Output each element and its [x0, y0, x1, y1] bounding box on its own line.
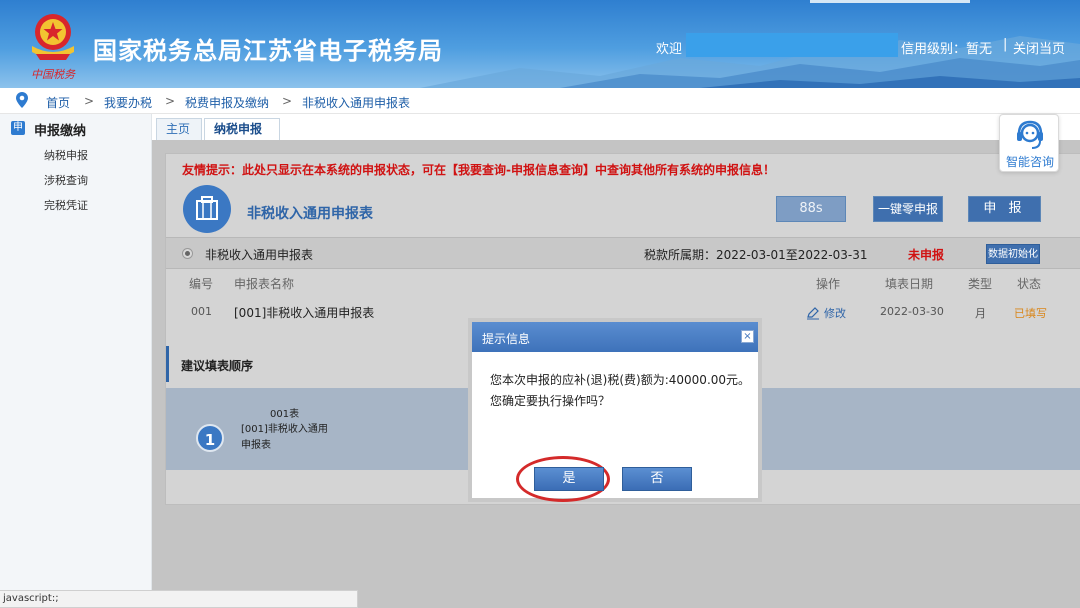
- breadcrumb-declare-pay[interactable]: 税费申报及缴纳: [185, 94, 269, 111]
- row-type: 月: [975, 307, 986, 320]
- svg-text:中国税务: 中国税务: [31, 68, 76, 81]
- declare-button[interactable]: 申 报: [968, 196, 1041, 222]
- data-init-button[interactable]: 数据初始化: [986, 244, 1040, 264]
- location-pin-icon: [16, 92, 28, 108]
- tax-period: 税款所属期：2022-03-01至2022-03-31: [644, 248, 868, 262]
- col-header-action: 操作: [816, 277, 841, 291]
- welcome-text: 欢迎: [656, 42, 683, 57]
- credit-level: 信用级别：暂无: [901, 42, 993, 57]
- username-redacted: [686, 33, 898, 57]
- browser-status-bar: javascript:;: [0, 590, 358, 608]
- close-page-link[interactable]: 关闭当页: [1013, 38, 1065, 57]
- sidebar-item-tax-certificate[interactable]: 完税凭证: [44, 197, 88, 213]
- step-form-name[interactable]: [001]非税收入通用申报表: [241, 422, 333, 454]
- breadcrumb-arrow: >: [84, 94, 95, 108]
- countdown-timer: 88s: [776, 196, 846, 222]
- dialog-title: 提示信息: [482, 332, 531, 346]
- smart-consult-button[interactable]: 智能咨询: [999, 114, 1059, 172]
- breadcrumb-tax-handling[interactable]: 我要办税: [104, 94, 152, 111]
- row-code: 001: [191, 305, 212, 318]
- edit-pencil-icon[interactable]: [806, 306, 820, 320]
- col-header-date: 填表日期: [885, 277, 934, 291]
- col-header-type: 类型: [968, 277, 993, 291]
- smart-consult-label: 智能咨询: [1006, 155, 1055, 169]
- row-date: 2022-03-30: [880, 305, 944, 318]
- dialog-close-icon[interactable]: ×: [741, 330, 754, 343]
- headset-icon: [1017, 120, 1043, 149]
- form-radio[interactable]: [183, 249, 192, 258]
- step-code: 001表: [270, 409, 300, 420]
- breadcrumb-arrow: >: [165, 94, 176, 108]
- form-summary-bar: 非税收入通用申报表 税款所属期：2022-03-01至2022-03-31 未申…: [166, 237, 1080, 269]
- site-title: 国家税务总局江苏省电子税务局: [93, 37, 443, 65]
- tab-tax-declare-label: 纳税申报: [214, 122, 263, 136]
- no-button[interactable]: 否: [622, 467, 692, 491]
- breadcrumb-arrow: >: [282, 94, 293, 108]
- dialog-message-amount: 您本次申报的应补(退)税(费)额为:40000.00元。: [490, 373, 751, 387]
- breadcrumb-home[interactable]: 首页: [46, 94, 70, 111]
- suggest-order-title: 建议填表顺序: [181, 359, 254, 373]
- col-header-status: 状态: [1017, 277, 1042, 291]
- zero-declare-button[interactable]: 一键零申报: [873, 196, 943, 222]
- form-briefcase-icon: [183, 185, 231, 233]
- header-separator: |: [1003, 37, 1008, 52]
- tab-home[interactable]: 主页: [156, 118, 202, 140]
- sidebar-item-tax-query[interactable]: 涉税查询: [44, 172, 88, 188]
- form-title: 非税收入通用申报表: [247, 206, 373, 222]
- edit-link[interactable]: 修改: [824, 305, 846, 321]
- site-header: 中国税务 国家税务总局江苏省电子税务局 欢迎 信用级别：暂无 | 关闭当页: [0, 0, 1080, 88]
- dialog-header: 提示信息 ×: [472, 322, 758, 352]
- status-url: javascript:;: [3, 593, 59, 604]
- sidebar: 申 申报缴纳 纳税申报 涉税查询 完税凭证: [0, 114, 152, 608]
- row-form-name: [001]非税收入通用申报表: [234, 306, 375, 320]
- col-header-code: 编号: [189, 277, 214, 291]
- step-number-badge: 1: [196, 424, 224, 452]
- row-status: 已填写: [1014, 307, 1047, 320]
- header-top-strip: [810, 0, 970, 3]
- declare-status: 未申报: [908, 248, 945, 262]
- tab-tax-declare[interactable]: 纳税申报×: [204, 118, 280, 156]
- col-header-name: 申报表名称: [234, 277, 295, 291]
- sidebar-section-title[interactable]: 申报缴纳: [34, 120, 86, 139]
- breadcrumb-current: 非税收入通用申报表: [302, 96, 411, 110]
- summary-form-name: 非税收入通用申报表: [205, 248, 314, 262]
- confirm-dialog: 提示信息 × 您本次申报的应补(退)税(费)额为:40000.00元。 您确定要…: [468, 318, 762, 502]
- tax-emblem-icon: 中国税务: [31, 14, 76, 81]
- breadcrumb: 首页 > 我要办税 > 税费申报及缴纳 > 非税收入通用申报表: [0, 88, 1080, 114]
- yes-button[interactable]: 是: [534, 467, 604, 491]
- sidebar-item-tax-declare[interactable]: 纳税申报: [44, 147, 88, 163]
- dialog-message-confirm: 您确定要执行操作吗？: [490, 394, 611, 408]
- friendly-notice: 友情提示：此处只显示在本系统的申报状态，可在【我要查询-申报信息查询】中查询其他…: [182, 163, 775, 177]
- tab-bar: 主页 纳税申报×: [152, 114, 1080, 156]
- declare-section-icon: 申: [11, 121, 25, 135]
